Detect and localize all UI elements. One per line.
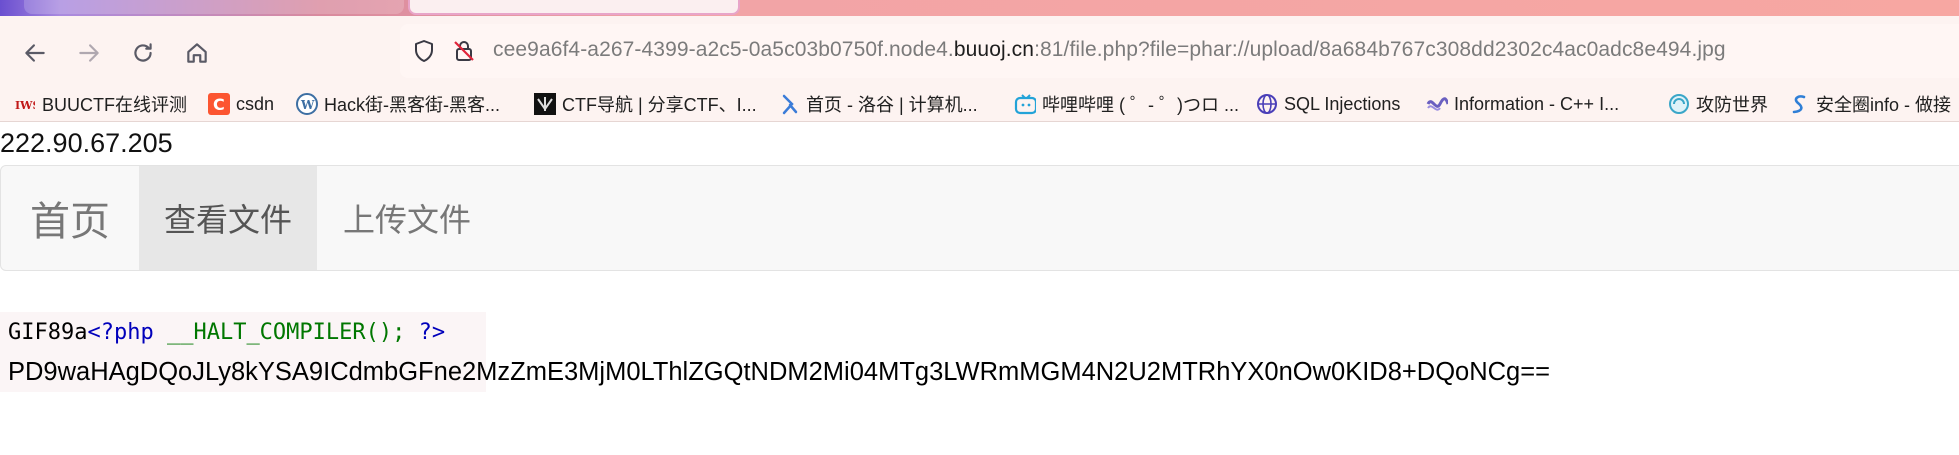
csdn-icon: C: [208, 93, 230, 115]
bookmark-label: Hack街-黑客街-黑客...: [324, 95, 501, 115]
bookmark-label: SQL Injections: [1284, 93, 1401, 114]
insecure-lock-icon[interactable]: [450, 37, 478, 65]
bookmark-sqli[interactable]: SQL Injections: [1256, 90, 1400, 118]
svg-text:C: C: [213, 95, 225, 114]
bookmark-csdn[interactable]: C csdn: [208, 90, 274, 118]
forward-button[interactable]: [72, 36, 106, 70]
halt-compiler-call: __HALT_COMPILER();: [166, 320, 406, 345]
bookmark-buuctf[interactable]: IWS BUUCTF在线评测: [14, 90, 187, 118]
svg-text:IWS: IWS: [15, 99, 35, 111]
bookmark-label: 安全圈info - 做接: [1816, 95, 1952, 115]
reload-button[interactable]: [126, 36, 160, 70]
svg-text:W: W: [300, 98, 315, 112]
nav-view-file[interactable]: 查看文件: [139, 166, 317, 270]
bookmark-anquanquan[interactable]: 安全圈info - 做接: [1788, 90, 1951, 118]
toolbar-divider: [0, 121, 1959, 122]
bookmark-label: CTF导航 | 分享CTF、I...: [562, 95, 757, 115]
bookmark-label: 攻防世界: [1696, 95, 1768, 115]
arrow-left-icon: [25, 44, 45, 62]
url-domain: buuoj.cn: [953, 38, 1035, 61]
bookmark-label: csdn: [236, 93, 275, 114]
bookmark-label: 首页 - 洛谷 | 计算机...: [806, 95, 978, 115]
nav-brand-home[interactable]: 首页: [1, 166, 139, 270]
client-ip: 222.90.67.205: [0, 128, 173, 158]
tab-active[interactable]: [408, 0, 740, 15]
adworld-icon: [1668, 93, 1690, 115]
php-open-tag: <?php: [87, 320, 154, 345]
url-prefix: cee9a6f4-a267-4399-a2c5-0a5c03b0750f.nod…: [493, 38, 954, 61]
highlighted-source-code: GIF89a<?php __HALT_COMPILER(); ?>: [8, 320, 445, 345]
arrow-right-icon: [79, 44, 99, 62]
url-text[interactable]: cee9a6f4-a267-4399-a2c5-0a5c03b0750f.nod…: [493, 38, 1726, 62]
bookmark-adworld[interactable]: 攻防世界: [1668, 90, 1768, 118]
luogu-icon: [778, 93, 800, 115]
bookmark-label: 哔哩哔哩 ( ゜- ゜)つロ ...: [1042, 95, 1239, 115]
url-suffix: :81/file.php?file=phar://upload/8a684b76…: [1034, 38, 1726, 61]
ctf-nav-icon: [534, 93, 556, 115]
shield-icon[interactable]: [410, 37, 438, 65]
browser-toolbar: cee9a6f4-a267-4399-a2c5-0a5c03b0750f.nod…: [0, 16, 1959, 86]
reload-icon: [134, 43, 152, 62]
bookmark-hack[interactable]: W Hack街-黑客街-黑客...: [296, 90, 500, 118]
site-navbar: 首页 查看文件 上传文件: [0, 165, 1959, 271]
nav-upload-file[interactable]: 上传文件: [317, 166, 497, 270]
tab-inactive[interactable]: [24, 0, 404, 14]
cplusplus-icon: [1426, 93, 1448, 115]
tab-strip: [0, 0, 1959, 16]
buuctf-icon: IWS: [14, 93, 36, 115]
wordpress-icon: W: [296, 93, 318, 115]
bookmark-label: Information - C++ I...: [1454, 93, 1620, 114]
bookmark-bilibili[interactable]: 哔哩哔哩 ( ゜- ゜)つロ ...: [1014, 90, 1239, 118]
php-close-tag: ?>: [418, 320, 446, 345]
address-bar[interactable]: cee9a6f4-a267-4399-a2c5-0a5c03b0750f.nod…: [400, 24, 1959, 78]
bookmark-ctfnav[interactable]: CTF导航 | 分享CTF、I...: [534, 90, 757, 118]
home-button[interactable]: [180, 36, 214, 70]
back-button[interactable]: [18, 36, 52, 70]
globe-icon: [1256, 93, 1278, 115]
bilibili-icon: [1014, 93, 1036, 115]
gif-header: GIF89a: [8, 320, 88, 345]
bookmark-cplusplus[interactable]: Information - C++ I...: [1426, 90, 1619, 118]
home-icon: [187, 43, 207, 63]
bookmark-label: BUUCTF在线评测: [42, 95, 187, 115]
bookmarks-bar: IWS BUUCTF在线评测 C csdn W Hack街-黑客街-黑客... …: [0, 86, 1959, 122]
base64-output: PD9waHAgDQoJLy8kYSA9ICdmbGFne2MzZmE3MjM0…: [8, 358, 1551, 386]
anquanquan-icon: [1788, 93, 1810, 115]
bookmark-luogu[interactable]: 首页 - 洛谷 | 计算机...: [778, 90, 978, 118]
